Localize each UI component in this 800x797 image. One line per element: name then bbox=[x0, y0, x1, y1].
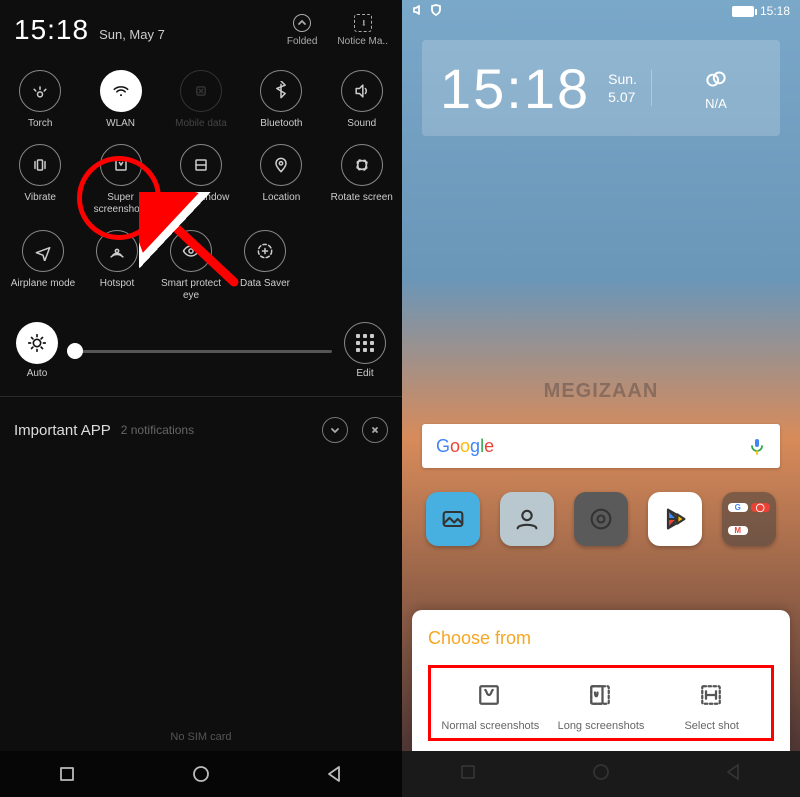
sheet-options-row: Normal screenshots Long screenshots Sele… bbox=[428, 665, 774, 741]
status-time: 15:18 bbox=[760, 4, 790, 18]
sheet-title: Choose from bbox=[428, 628, 774, 649]
clock-time: 15:18 bbox=[14, 14, 89, 46]
toggle-super-screenshots[interactable]: Super screenshots bbox=[84, 144, 158, 216]
toggle-airplane-mode[interactable]: Airplane mode bbox=[6, 230, 80, 302]
expand-icon[interactable] bbox=[322, 417, 348, 443]
notification-group[interactable]: Important APP 2 notifications bbox=[0, 401, 402, 459]
toggle-hotspot[interactable]: Hotspot bbox=[80, 230, 154, 302]
app-google-folder[interactable]: G◯M bbox=[722, 492, 776, 546]
chevron-up-icon bbox=[293, 14, 311, 32]
clock-date: Sun, May 7 bbox=[99, 27, 165, 42]
option-long-screenshots[interactable]: Long screenshots bbox=[546, 680, 657, 732]
app-row: G◯M bbox=[402, 492, 800, 546]
navigation-bar bbox=[0, 751, 402, 797]
toggle-data-saver[interactable]: Data Saver bbox=[228, 230, 302, 302]
back-button[interactable] bbox=[325, 764, 345, 784]
brightness-auto-toggle[interactable]: Auto bbox=[16, 322, 58, 380]
toggle-vibrate[interactable]: Vibrate bbox=[3, 144, 77, 216]
home-button[interactable] bbox=[191, 764, 211, 784]
bluetooth-icon bbox=[260, 70, 302, 112]
app-gallery[interactable] bbox=[426, 492, 480, 546]
rotate-icon bbox=[341, 144, 383, 186]
wifi-icon bbox=[100, 70, 142, 112]
recent-apps-button[interactable] bbox=[458, 762, 478, 787]
no-sim-label: No SIM card bbox=[0, 731, 402, 743]
watermark: MEGIZAAN bbox=[402, 380, 800, 403]
status-bar-right: 15:18 bbox=[402, 0, 800, 22]
toggle-smart-eye[interactable]: Smart protect eye bbox=[154, 230, 228, 302]
screenshot-icon bbox=[100, 144, 142, 186]
status-bar: 15:18 Sun, May 7 Folded Notice Ma.. bbox=[0, 0, 402, 60]
torch-icon bbox=[19, 70, 61, 112]
toggle-bluetooth[interactable]: Bluetooth bbox=[244, 70, 318, 130]
brightness-slider[interactable] bbox=[70, 350, 332, 353]
screenshot-options-sheet: Choose from Normal screenshots Long scre… bbox=[412, 610, 790, 751]
google-search-bar[interactable]: Google bbox=[422, 424, 780, 468]
recent-apps-button[interactable] bbox=[57, 764, 77, 784]
battery-icon bbox=[732, 6, 754, 17]
normal-screenshot-icon bbox=[474, 680, 506, 712]
back-button[interactable] bbox=[724, 762, 744, 787]
navigation-bar-right bbox=[402, 751, 800, 797]
option-select-shot[interactable]: Select shot bbox=[656, 680, 767, 732]
clock-widget[interactable]: 15:18 Sun. 5.07 N/A bbox=[422, 40, 780, 136]
widget-date: Sun. 5.07 bbox=[608, 70, 652, 106]
select-shot-icon bbox=[696, 680, 728, 712]
mic-icon[interactable] bbox=[748, 437, 766, 455]
folded-toggle[interactable]: Folded bbox=[287, 14, 318, 47]
google-logo: Google bbox=[436, 436, 494, 457]
long-screenshot-icon bbox=[585, 680, 617, 712]
quick-settings-panel: 15:18 Sun, May 7 Folded Notice Ma.. bbox=[0, 0, 402, 797]
multiwindow-icon bbox=[180, 144, 222, 186]
widget-weather: N/A bbox=[652, 66, 780, 111]
edit-toggles-button[interactable]: Edit bbox=[344, 322, 386, 380]
airplane-icon bbox=[22, 230, 64, 272]
sound-icon bbox=[341, 70, 383, 112]
grid-icon bbox=[344, 322, 386, 364]
home-screen-panel: 15:18 15:18 Sun. 5.07 N/A MEGIZAAN Googl… bbox=[402, 0, 800, 797]
shield-status-icon bbox=[430, 4, 442, 19]
toggle-torch[interactable]: Torch bbox=[3, 70, 77, 130]
quick-toggles-grid: Torch WLAN Mobile data Bluetooth Sound bbox=[0, 60, 402, 302]
mobile-data-icon bbox=[180, 70, 222, 112]
notification-title: Important APP bbox=[14, 422, 111, 439]
toggle-multiwindow[interactable]: MultiWindow bbox=[164, 144, 238, 216]
toggle-mobile-data[interactable]: Mobile data bbox=[164, 70, 238, 130]
notice-manager-button[interactable]: Notice Ma.. bbox=[337, 14, 388, 47]
eye-icon bbox=[170, 230, 212, 272]
brightness-row: Auto Edit bbox=[0, 316, 402, 392]
notification-subtitle: 2 notifications bbox=[121, 423, 194, 437]
app-play-store[interactable] bbox=[648, 492, 702, 546]
vibrate-icon bbox=[19, 144, 61, 186]
toggle-rotate-screen[interactable]: Rotate screen bbox=[325, 144, 399, 216]
home-button[interactable] bbox=[591, 762, 611, 787]
hotspot-icon bbox=[96, 230, 138, 272]
toggle-sound[interactable]: Sound bbox=[325, 70, 399, 130]
location-icon bbox=[260, 144, 302, 186]
notice-icon bbox=[354, 14, 372, 32]
data-saver-icon bbox=[244, 230, 286, 272]
dismiss-icon[interactable] bbox=[362, 417, 388, 443]
option-normal-screenshots[interactable]: Normal screenshots bbox=[435, 680, 546, 732]
app-settings[interactable] bbox=[574, 492, 628, 546]
brightness-icon bbox=[16, 322, 58, 364]
toggle-location[interactable]: Location bbox=[244, 144, 318, 216]
app-contacts[interactable] bbox=[500, 492, 554, 546]
sound-status-icon bbox=[412, 4, 424, 19]
widget-time: 15:18 bbox=[422, 56, 608, 121]
toggle-wlan[interactable]: WLAN bbox=[84, 70, 158, 130]
